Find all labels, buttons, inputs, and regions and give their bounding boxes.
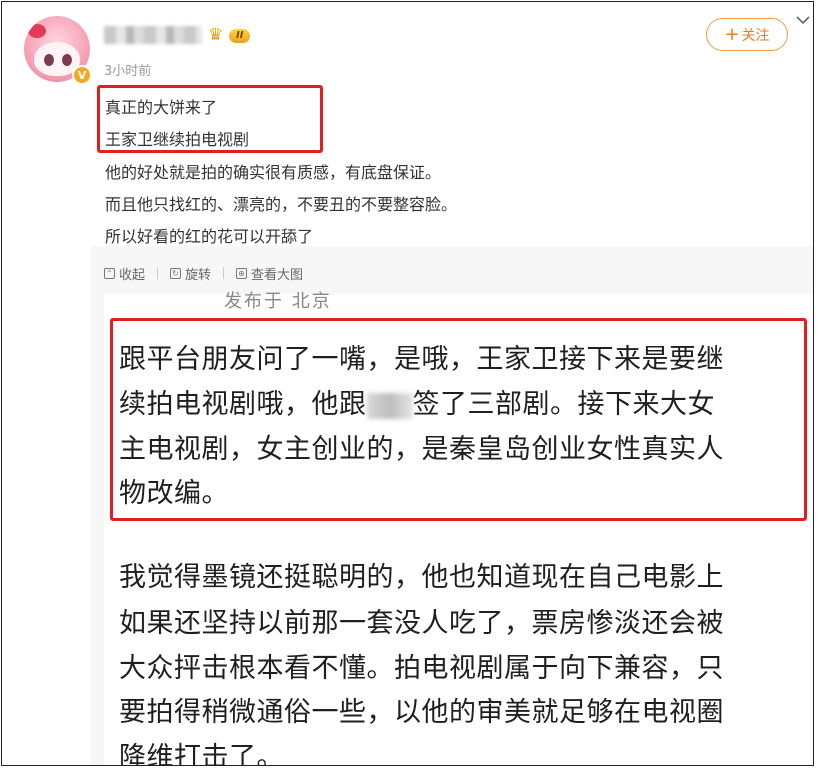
highlight-box-text bbox=[97, 85, 323, 153]
image-lower-line-2: 如果还坚持以前那一套没人吃了，票房惨淡还会被 bbox=[119, 608, 724, 639]
avatar-bow bbox=[28, 24, 46, 38]
collapse-button[interactable]: ⌃ 收起 bbox=[104, 264, 157, 283]
image-lower-line-5: 降维打击了。 bbox=[119, 742, 284, 766]
chevron-down-icon[interactable] bbox=[795, 12, 811, 28]
image-lower-line-4: 要拍得稍微通俗一些，以他的审美就足够在电视圈 bbox=[119, 697, 724, 728]
rotate-button[interactable]: ↻ 旋转 bbox=[170, 264, 223, 283]
toolbar-divider bbox=[223, 267, 225, 279]
follow-label: 关注 bbox=[741, 27, 770, 44]
level-badge[interactable]: II bbox=[229, 29, 251, 43]
post-line-4: 而且他只找红的、漂亮的，不要丑的不要整容脸。 bbox=[105, 195, 458, 214]
collapse-icon: ⌃ bbox=[104, 267, 115, 279]
highlight-box-image bbox=[110, 318, 807, 521]
media-toolbar: ⌃ 收起 ↻ 旋转 ⊕ 查看大图 bbox=[104, 264, 315, 283]
plus-icon: + bbox=[724, 23, 740, 45]
author-name-blurred[interactable] bbox=[104, 26, 202, 44]
rotate-label: 旋转 bbox=[185, 267, 212, 283]
view-large-label: 查看大图 bbox=[251, 267, 304, 283]
post-time[interactable]: 3小时前 bbox=[104, 60, 151, 79]
weibo-post-card: V ♛ II 3小时前 + 关注 真正的大饼来了 王家卫继续拍电视剧 他的好处就… bbox=[1, 1, 814, 766]
view-large-button[interactable]: ⊕ 查看大图 bbox=[236, 264, 315, 283]
crown-icon: ♛ bbox=[208, 25, 224, 45]
avatar-eye-right bbox=[62, 54, 72, 66]
post-line-5: 所以好看的红的花可以开舔了 bbox=[105, 227, 314, 246]
toolbar-divider bbox=[157, 267, 159, 279]
image-lower-line-1: 我觉得墨镜还挺聪明的，他也知道现在自己电影上 bbox=[119, 562, 724, 593]
avatar-eye-left bbox=[44, 54, 54, 66]
collapse-label: 收起 bbox=[119, 267, 146, 283]
image-lower-line-3: 大众抨击根本看不懂。拍电视剧属于向下兼容，只 bbox=[119, 653, 724, 684]
follow-button[interactable]: + 关注 bbox=[706, 18, 788, 51]
post-line-3: 他的好处就是拍的确实很有质感，有底盘保证。 bbox=[105, 163, 442, 182]
image-partial-text: 发布于 北京 bbox=[224, 291, 332, 312]
verified-icon: V bbox=[72, 65, 92, 85]
view-large-icon: ⊕ bbox=[236, 267, 248, 279]
rotate-icon: ↻ bbox=[170, 267, 182, 279]
